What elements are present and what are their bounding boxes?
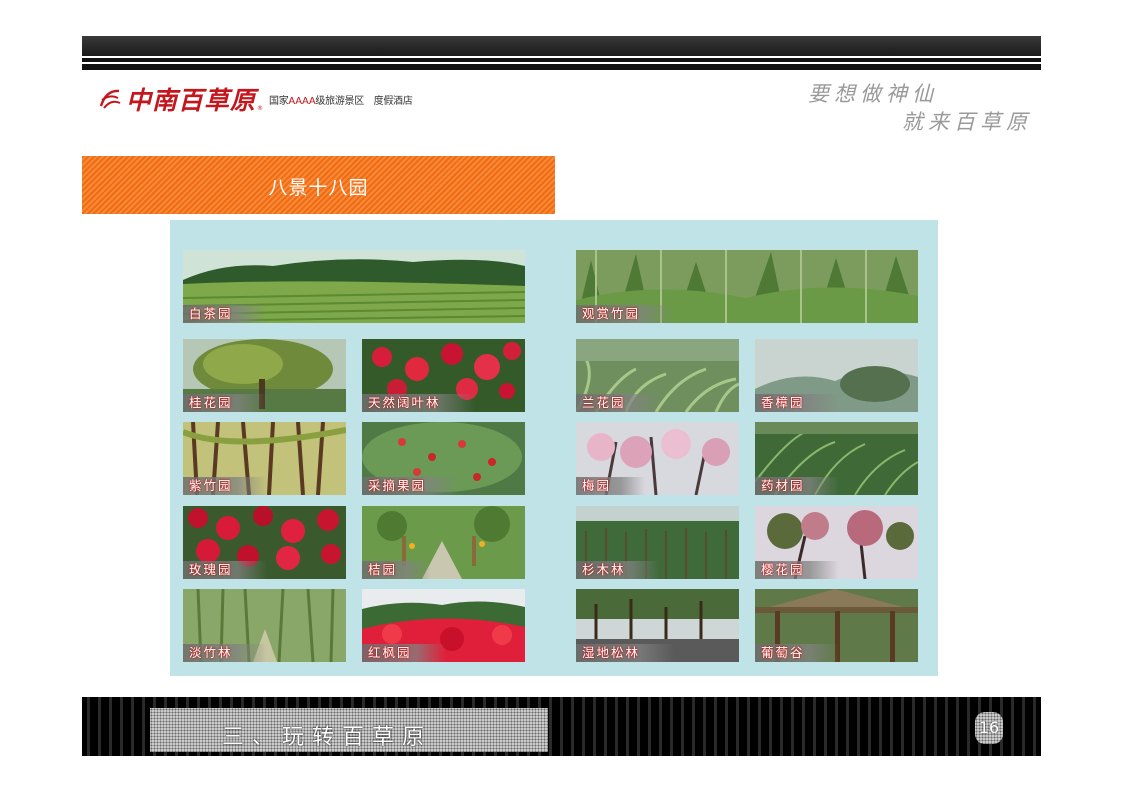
garden-label: 兰花园 bbox=[576, 394, 660, 412]
garden-photo-panel: 白茶园 观赏竹园 桂花园 天然阔叶林 兰花园 香樟园 紫竹园 采摘果园 梅园 药… bbox=[170, 220, 938, 676]
chapter-title: 三、玩转百草原 bbox=[222, 725, 433, 750]
brand-logo: 中南百草原 ® 国家AAAA级旅游景区 度假酒店 bbox=[98, 82, 413, 116]
garden-photo-7: 紫竹园 bbox=[183, 422, 346, 495]
chapter-title-box: 三、玩转百草原 bbox=[150, 708, 548, 752]
garden-photo-9: 梅园 bbox=[576, 422, 739, 495]
garden-photo-17: 湿地松林 bbox=[576, 589, 739, 662]
top-decor-bar bbox=[82, 36, 1041, 56]
logo-subtitle: 国家AAAA级旅游景区 度假酒店 bbox=[269, 92, 413, 107]
garden-photo-18: 葡萄谷 bbox=[755, 589, 918, 662]
garden-photo-8: 采摘果园 bbox=[362, 422, 525, 495]
logo-subtitle-aaaa: AAAA bbox=[288, 95, 316, 107]
garden-photo-2: 观赏竹园 bbox=[576, 250, 918, 323]
section-title: 八景十八园 bbox=[268, 177, 369, 199]
garden-label: 桂花园 bbox=[183, 394, 267, 412]
garden-photo-14: 樱花园 bbox=[755, 506, 918, 579]
garden-label: 淡竹林 bbox=[183, 644, 267, 662]
garden-label: 白茶园 bbox=[183, 305, 267, 323]
slogan-line-1: 要想做神仙 bbox=[808, 82, 938, 106]
logo-text: 中南百草原 bbox=[126, 86, 257, 115]
garden-photo-6: 香樟园 bbox=[755, 339, 918, 412]
garden-label: 观赏竹园 bbox=[576, 305, 675, 323]
garden-photo-11: 玫瑰园 bbox=[183, 506, 346, 579]
garden-photo-15: 淡竹林 bbox=[183, 589, 346, 662]
garden-label: 药材园 bbox=[755, 477, 839, 495]
garden-label: 紫竹园 bbox=[183, 477, 267, 495]
logo-subtitle-prefix: 国家 bbox=[269, 95, 289, 107]
garden-label: 桔园 bbox=[362, 561, 432, 579]
page-number-box: 16 bbox=[975, 712, 1003, 744]
garden-photo-1: 白茶园 bbox=[183, 250, 525, 323]
garden-label: 葡萄谷 bbox=[755, 644, 839, 662]
garden-label: 樱花园 bbox=[755, 561, 839, 579]
top-decor-line bbox=[82, 64, 1041, 70]
garden-label: 梅园 bbox=[576, 477, 646, 495]
garden-label: 湿地松林 bbox=[576, 644, 675, 662]
logo-swirl-icon bbox=[98, 87, 122, 111]
garden-photo-4: 天然阔叶林 bbox=[362, 339, 525, 412]
garden-label: 香樟园 bbox=[755, 394, 839, 412]
garden-label: 杉木林 bbox=[576, 561, 660, 579]
garden-label: 采摘果园 bbox=[362, 477, 461, 495]
garden-label: 红枫园 bbox=[362, 644, 446, 662]
garden-label: 玫瑰园 bbox=[183, 561, 267, 579]
garden-photo-13: 杉木林 bbox=[576, 506, 739, 579]
logo-subtitle-rest: 级旅游景区 度假酒店 bbox=[315, 95, 413, 107]
slogan-line-2: 就来百草原 bbox=[902, 110, 1032, 134]
garden-photo-16: 红枫园 bbox=[362, 589, 525, 662]
registered-mark: ® bbox=[257, 105, 264, 112]
garden-label: 天然阔叶林 bbox=[362, 394, 475, 412]
page-number: 16 bbox=[978, 718, 1000, 737]
garden-photo-3: 桂花园 bbox=[183, 339, 346, 412]
garden-photo-5: 兰花园 bbox=[576, 339, 739, 412]
garden-photo-10: 药材园 bbox=[755, 422, 918, 495]
garden-photo-12: 桔园 bbox=[362, 506, 525, 579]
top-decor-line bbox=[82, 58, 1041, 62]
section-title-bar: 八景十八园 bbox=[82, 156, 555, 214]
